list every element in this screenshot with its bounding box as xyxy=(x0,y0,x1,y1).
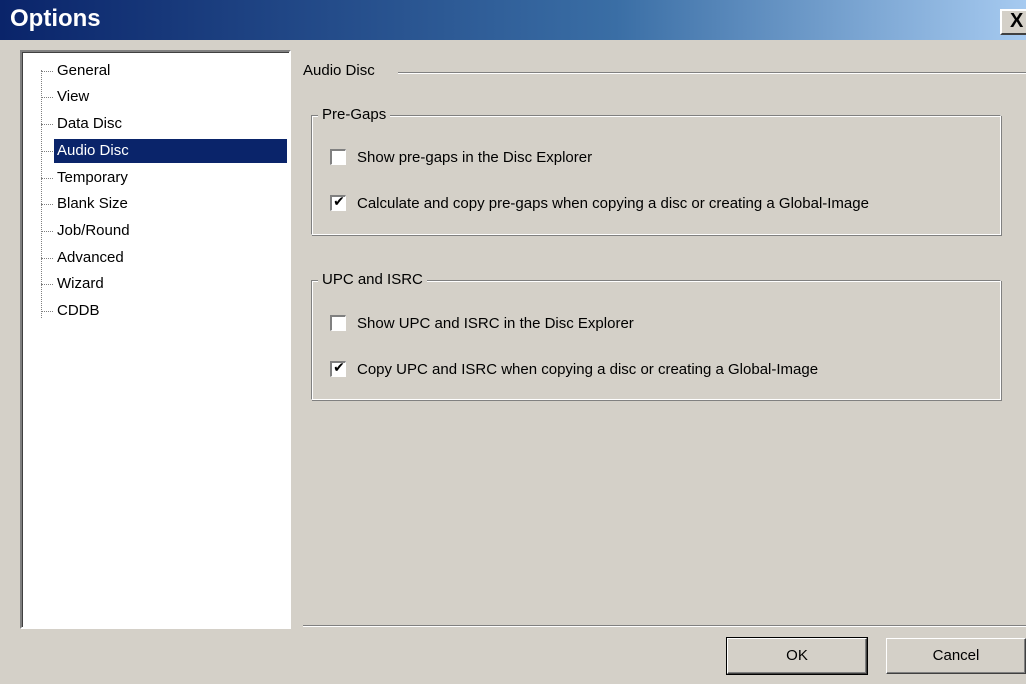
copy-upc-checkbox[interactable]: ✔ xyxy=(330,360,346,377)
tree-item-advanced[interactable]: Advanced xyxy=(41,246,291,270)
upc-isrc-groupbox xyxy=(311,280,1001,400)
tree-branch-line xyxy=(41,151,53,152)
copy-upc-label: Copy UPC and ISRC when copying a disc or… xyxy=(357,361,819,378)
calculate-pregaps-checkbox[interactable]: ✔ xyxy=(330,194,346,211)
show-pregaps-label: Show pre-gaps in the Disc Explorer xyxy=(357,149,593,166)
tree-item-label: Advanced xyxy=(57,249,124,266)
close-button[interactable]: X xyxy=(1000,9,1026,35)
tree-item-label: CDDB xyxy=(57,302,100,319)
tree-item-label: Temporary xyxy=(57,169,128,186)
tree-item-wizard[interactable]: Wizard xyxy=(41,272,291,296)
button-divider xyxy=(303,625,1026,627)
tree-item-view[interactable]: View xyxy=(41,85,291,109)
tree-branch-line xyxy=(41,284,53,285)
pregaps-groupbox xyxy=(311,115,1001,235)
tree-branch-line xyxy=(41,178,53,179)
tree-item-temporary[interactable]: Temporary xyxy=(41,166,291,190)
options-category-tree[interactable]: General View Data Disc Audio Disc Tempor… xyxy=(20,50,291,629)
tree-branch-line xyxy=(41,124,53,125)
tree-item-label: General xyxy=(57,62,111,79)
tree-item-label: Audio Disc xyxy=(54,139,287,163)
title-bar: Options X xyxy=(0,0,1026,40)
checkmark-icon xyxy=(332,148,346,162)
show-upc-checkbox[interactable] xyxy=(330,315,346,331)
page-title: Audio Disc xyxy=(303,62,375,79)
checkmark-icon: ✔ xyxy=(333,360,345,376)
tree-item-audio-disc[interactable]: Audio Disc xyxy=(41,139,291,163)
checkmark-icon: ✔ xyxy=(333,194,345,210)
tree-item-blank-size[interactable]: Blank Size xyxy=(41,192,291,216)
tree-branch-line xyxy=(41,258,53,259)
tree-branch-line xyxy=(41,71,53,72)
show-upc-label: Show UPC and ISRC in the Disc Explorer xyxy=(357,315,634,332)
upc-isrc-legend: UPC and ISRC xyxy=(318,270,427,290)
tree-item-label: Blank Size xyxy=(57,195,128,212)
tree-item-job-round[interactable]: Job/Round xyxy=(41,219,291,243)
ok-button[interactable]: OK xyxy=(726,637,868,675)
tree-branch-line xyxy=(41,311,53,312)
show-pregaps-checkbox[interactable] xyxy=(330,149,346,165)
tree-item-cddb[interactable]: CDDB xyxy=(41,299,291,323)
tree-inner: General View Data Disc Audio Disc Tempor… xyxy=(22,52,289,627)
tree-branch-line xyxy=(41,204,53,205)
tree-item-label: View xyxy=(57,88,90,105)
pregaps-legend: Pre-Gaps xyxy=(318,105,391,125)
tree-item-label: Data Disc xyxy=(57,115,123,132)
checkmark-icon xyxy=(332,314,346,328)
cancel-button[interactable]: Cancel xyxy=(886,638,1026,674)
tree-item-label: Job/Round xyxy=(57,222,130,239)
tree-item-data-disc[interactable]: Data Disc xyxy=(41,112,291,136)
calculate-pregaps-label: Calculate and copy pre-gaps when copying… xyxy=(357,195,869,212)
section-divider xyxy=(398,72,1026,74)
tree-item-label: Wizard xyxy=(57,275,104,292)
close-icon: X xyxy=(1010,10,1024,32)
tree-branch-line xyxy=(41,97,53,98)
tree-branch-line xyxy=(41,231,53,232)
window-title: Options xyxy=(10,5,101,32)
tree-item-general[interactable]: General xyxy=(41,59,291,83)
